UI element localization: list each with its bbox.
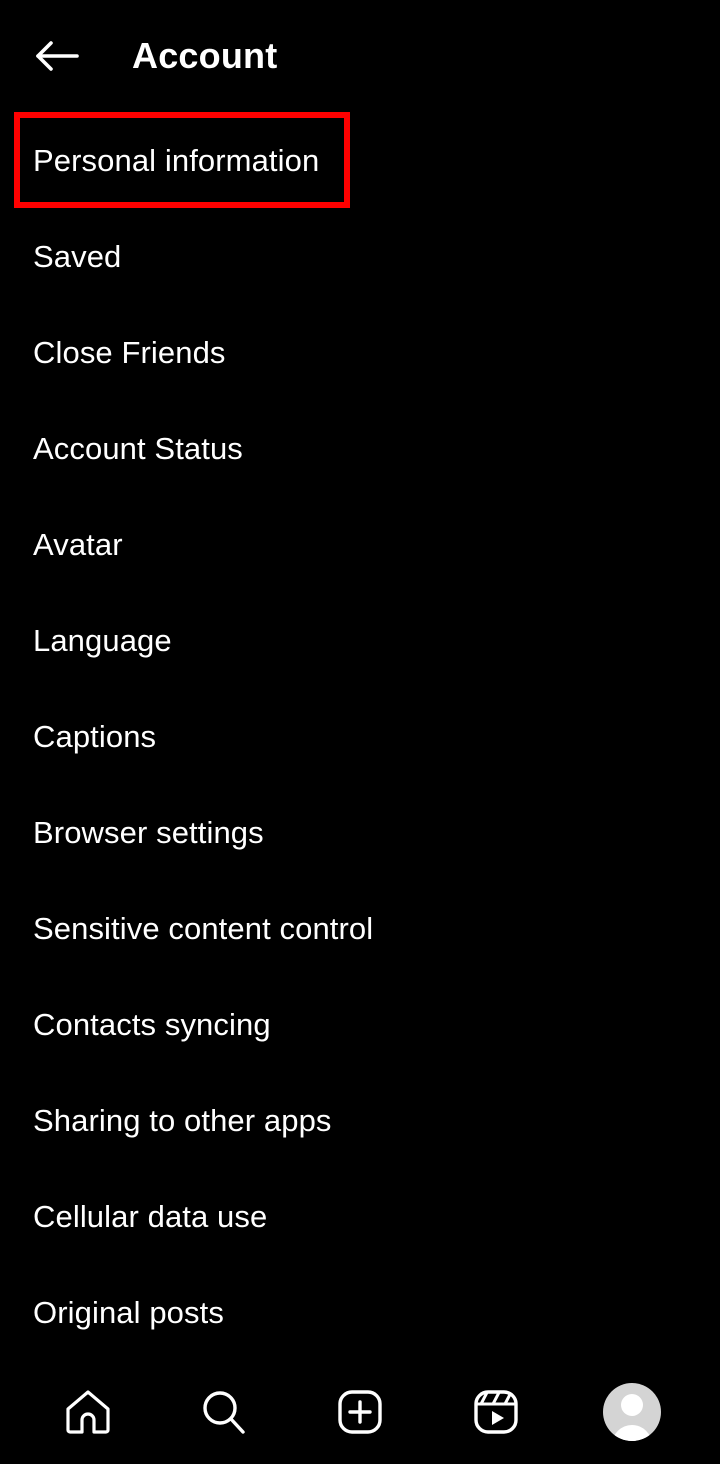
home-icon (63, 1387, 113, 1437)
settings-list-item-label: Avatar (33, 526, 123, 562)
settings-list-item[interactable]: Personal information (0, 112, 720, 208)
avatar-head (621, 1394, 643, 1416)
create-plus-icon (335, 1387, 385, 1437)
settings-list-item-label: Browser settings (33, 814, 264, 850)
account-settings-screen: Account Personal information Saved Close F… (0, 0, 720, 1464)
settings-list-item[interactable]: Browser settings (0, 784, 720, 880)
search-icon (199, 1387, 249, 1437)
settings-list-item[interactable]: Saved (0, 208, 720, 304)
settings-list-item[interactable]: Avatar (0, 496, 720, 592)
settings-list-item[interactable]: Account Status (0, 400, 720, 496)
settings-list-item[interactable]: Language (0, 592, 720, 688)
nav-home[interactable] (40, 1374, 136, 1450)
settings-list-item-label: Sensitive content control (33, 910, 374, 946)
settings-list-item[interactable]: Contacts syncing (0, 976, 720, 1072)
page-title: Account (132, 35, 278, 76)
settings-list-item-label: Personal information (33, 142, 320, 178)
arrow-left-icon (35, 38, 81, 74)
profile-avatar-icon (603, 1383, 661, 1441)
settings-list-item-label: Captions (33, 718, 157, 754)
settings-list-item-label: Sharing to other apps (33, 1102, 332, 1138)
settings-list-item[interactable]: Sensitive content control (0, 880, 720, 976)
settings-list-item-label: Account Status (33, 430, 243, 466)
settings-list-item-label: Original posts (33, 1294, 224, 1330)
settings-list-item-label: Language (33, 622, 172, 658)
nav-profile[interactable] (584, 1374, 680, 1450)
reels-icon (471, 1387, 521, 1437)
settings-list-item[interactable]: Sharing to other apps (0, 1072, 720, 1168)
settings-list: Personal information Saved Close Friends Ac… (0, 112, 720, 1464)
settings-list-item[interactable]: Close Friends (0, 304, 720, 400)
app-header: Account (0, 0, 720, 112)
settings-list-item[interactable]: Original posts (0, 1264, 720, 1360)
bottom-navigation-bar (0, 1360, 720, 1464)
settings-list-item-label: Close Friends (33, 334, 226, 370)
back-button[interactable] (30, 28, 86, 84)
settings-list-item[interactable]: Captions (0, 688, 720, 784)
settings-list-item-label: Contacts syncing (33, 1006, 271, 1042)
settings-list-item-label: Saved (33, 238, 122, 274)
settings-list-item-label: Cellular data use (33, 1198, 268, 1234)
nav-search[interactable] (176, 1374, 272, 1450)
settings-list-item[interactable]: Cellular data use (0, 1168, 720, 1264)
avatar-body (612, 1425, 652, 1441)
nav-create[interactable] (312, 1374, 408, 1450)
nav-reels[interactable] (448, 1374, 544, 1450)
